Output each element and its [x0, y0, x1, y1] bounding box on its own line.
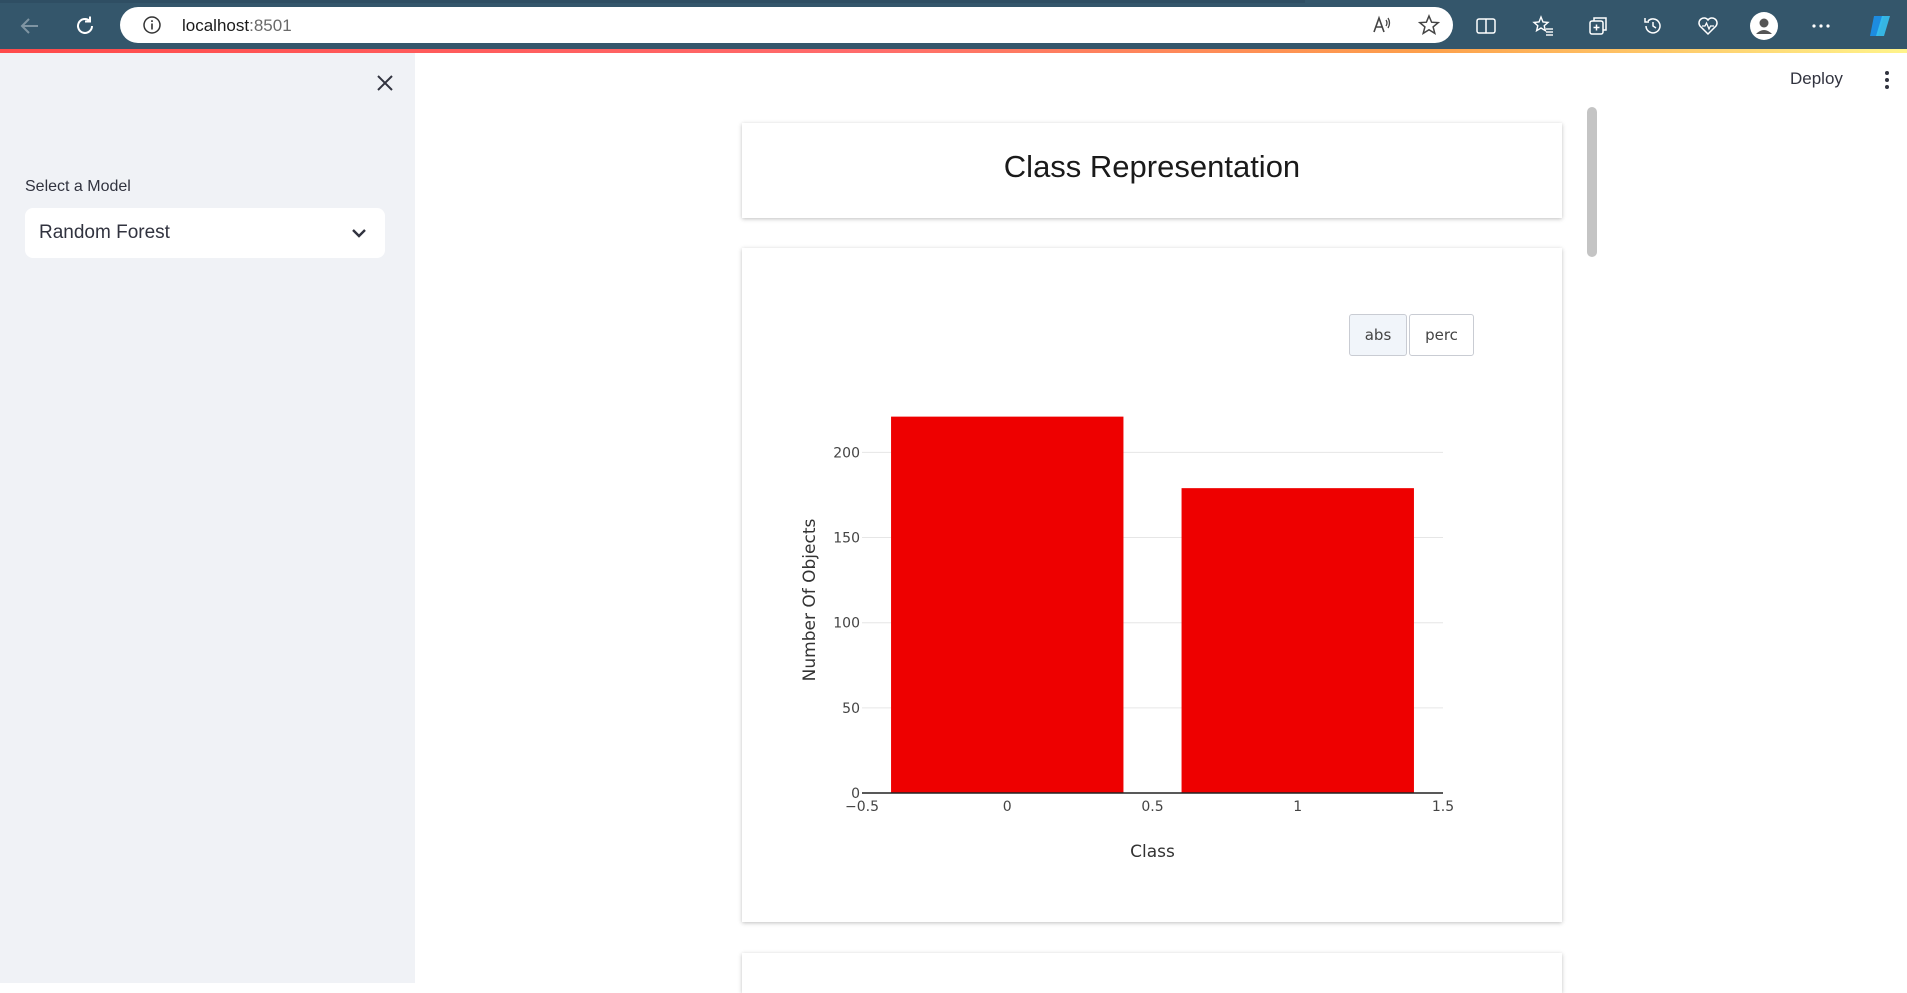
url-host: localhost — [182, 16, 250, 35]
favorite-star-icon[interactable] — [1417, 13, 1441, 37]
abs-toggle-button[interactable]: abs — [1349, 314, 1407, 356]
split-screen-icon[interactable] — [1471, 11, 1501, 41]
browser-toolbar: localhost:8501 — [0, 0, 1907, 51]
info-icon[interactable] — [140, 13, 164, 37]
perc-toggle-button[interactable]: perc — [1409, 314, 1474, 356]
title-card: Class Representation — [742, 123, 1562, 218]
history-icon[interactable] — [1638, 11, 1668, 41]
model-select-value: Random Forest — [39, 222, 170, 243]
collections-icon[interactable] — [1583, 11, 1613, 41]
next-card — [742, 953, 1562, 993]
more-options-icon[interactable] — [1806, 11, 1836, 41]
chevron-down-icon[interactable] — [349, 223, 369, 243]
select-model-label: Select a Model — [25, 178, 131, 195]
profile-avatar-icon[interactable] — [1749, 11, 1779, 41]
model-select[interactable]: Random Forest — [25, 208, 385, 258]
back-arrow-icon[interactable] — [16, 12, 44, 40]
address-bar[interactable]: localhost:8501 — [120, 7, 1453, 43]
sidebar-close-icon[interactable] — [372, 70, 398, 96]
deploy-button[interactable]: Deploy — [1790, 69, 1843, 89]
read-aloud-icon[interactable] — [1370, 13, 1394, 37]
copilot-icon[interactable] — [1865, 11, 1895, 41]
page-title: Class Representation — [1003, 149, 1301, 184]
url-text: localhost:8501 — [182, 16, 292, 36]
url-port: :8501 — [249, 16, 292, 35]
scrollbar-thumb[interactable] — [1587, 107, 1597, 257]
main-menu-kebab-icon[interactable] — [1876, 66, 1898, 94]
sidebar: Select a Model Random Forest — [0, 53, 415, 983]
favorites-icon[interactable] — [1528, 11, 1558, 41]
browser-essentials-icon[interactable] — [1693, 11, 1723, 41]
refresh-icon[interactable] — [71, 12, 99, 40]
